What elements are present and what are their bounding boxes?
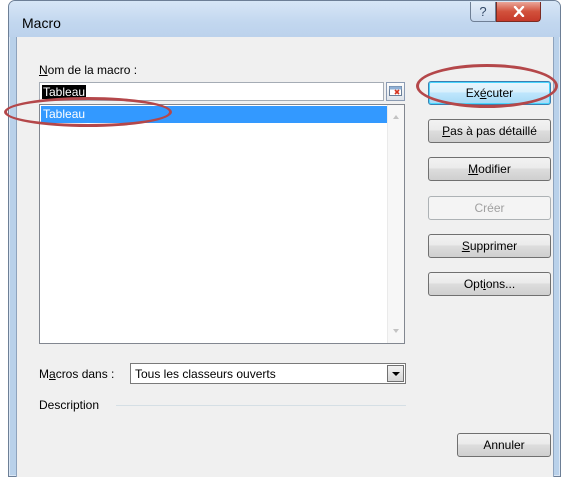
run-button[interactable]: Ex é cuter: [428, 81, 551, 105]
macro-list-scrollbar[interactable]: [387, 105, 404, 343]
macros-in-value: Tous les classeurs ouverts: [135, 367, 276, 381]
chevron-down-icon[interactable]: [387, 365, 404, 382]
help-button[interactable]: ?: [470, 2, 496, 22]
cancel-button[interactable]: Annuler: [457, 433, 551, 457]
description-label: Description: [39, 398, 100, 412]
macro-dialog: Macro ? Nom de la macro : Tableau Tablea…: [8, 0, 561, 477]
close-icon: [513, 6, 524, 17]
edit-button[interactable]: Modifier: [428, 157, 551, 181]
macro-name-label: Nom de la macro :: [39, 63, 138, 77]
scroll-up-icon[interactable]: [393, 115, 399, 119]
close-button[interactable]: [496, 2, 541, 22]
title-bar[interactable]: Macro ?: [9, 1, 560, 37]
macros-in-select[interactable]: Tous les classeurs ouverts: [130, 363, 406, 384]
dialog-body: Nom de la macro : Tableau Tableau Ex é cut…: [16, 37, 554, 477]
range-select-icon: [389, 86, 402, 96]
macro-name-value: Tableau: [42, 85, 87, 99]
help-icon: ?: [479, 4, 487, 19]
options-button[interactable]: Opt i ons...: [428, 272, 551, 296]
macro-list-item[interactable]: Tableau: [41, 106, 387, 123]
macro-name-input[interactable]: Tableau: [39, 82, 384, 101]
step-into-button[interactable]: Pas à pas détaillé: [428, 119, 551, 143]
window-title: Macro: [22, 15, 61, 31]
macro-list[interactable]: Tableau: [39, 104, 405, 344]
description-divider: [116, 405, 406, 406]
delete-button[interactable]: Supprimer: [428, 234, 551, 258]
collapse-dialog-button[interactable]: [386, 82, 405, 101]
macros-in-label: Macros dans :: [39, 367, 115, 381]
create-button[interactable]: Créer: [428, 196, 551, 220]
scroll-down-icon[interactable]: [393, 329, 399, 333]
